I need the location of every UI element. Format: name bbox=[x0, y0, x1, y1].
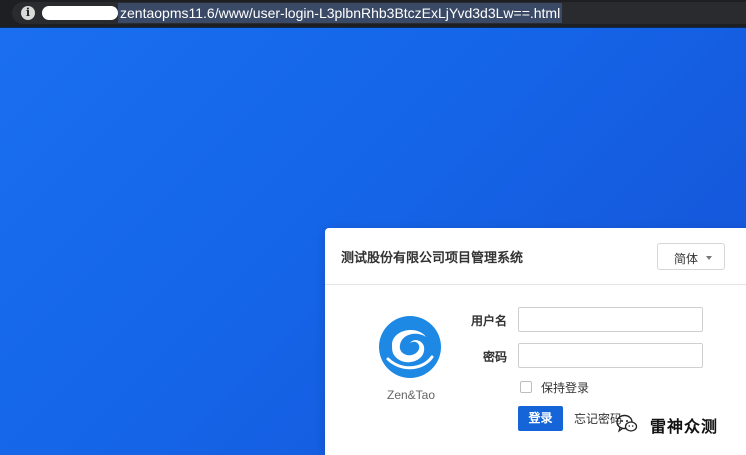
keep-login-label[interactable]: 保持登录 bbox=[541, 379, 589, 396]
url-field[interactable]: i zentaopms11.6/www/user-login-L3plbnRhb… bbox=[12, 2, 746, 24]
language-label: 简体 bbox=[674, 252, 699, 266]
zentao-logo-icon bbox=[379, 316, 441, 378]
username-label: 用户名 bbox=[470, 314, 507, 328]
login-panel-header: 测试股份有限公司项目管理系统 简体 bbox=[325, 228, 746, 285]
password-input[interactable] bbox=[518, 343, 703, 368]
forgot-password-link[interactable]: 忘记密码 bbox=[574, 410, 622, 427]
password-label: 密码 bbox=[482, 350, 507, 364]
info-icon[interactable]: i bbox=[21, 6, 35, 20]
chevron-down-icon bbox=[706, 256, 712, 260]
url-text[interactable]: zentaopms11.6/www/user-login-L3plbnRhb3B… bbox=[118, 3, 563, 23]
keep-login-checkbox[interactable] bbox=[520, 381, 532, 393]
redacted-host bbox=[42, 6, 118, 20]
username-input[interactable] bbox=[518, 307, 703, 332]
browser-address-bar: i zentaopms11.6/www/user-login-L3plbnRhb… bbox=[0, 0, 746, 28]
wechat-icon bbox=[616, 414, 638, 433]
watermark-text: 雷神众测 bbox=[650, 419, 719, 436]
logo-text: Zen&Tao bbox=[386, 388, 436, 402]
watermark: 雷神众测 bbox=[616, 411, 746, 437]
language-select[interactable]: 简体 bbox=[657, 243, 725, 270]
page-title: 测试股份有限公司项目管理系统 bbox=[341, 250, 524, 265]
login-button[interactable]: 登录 bbox=[518, 406, 563, 431]
